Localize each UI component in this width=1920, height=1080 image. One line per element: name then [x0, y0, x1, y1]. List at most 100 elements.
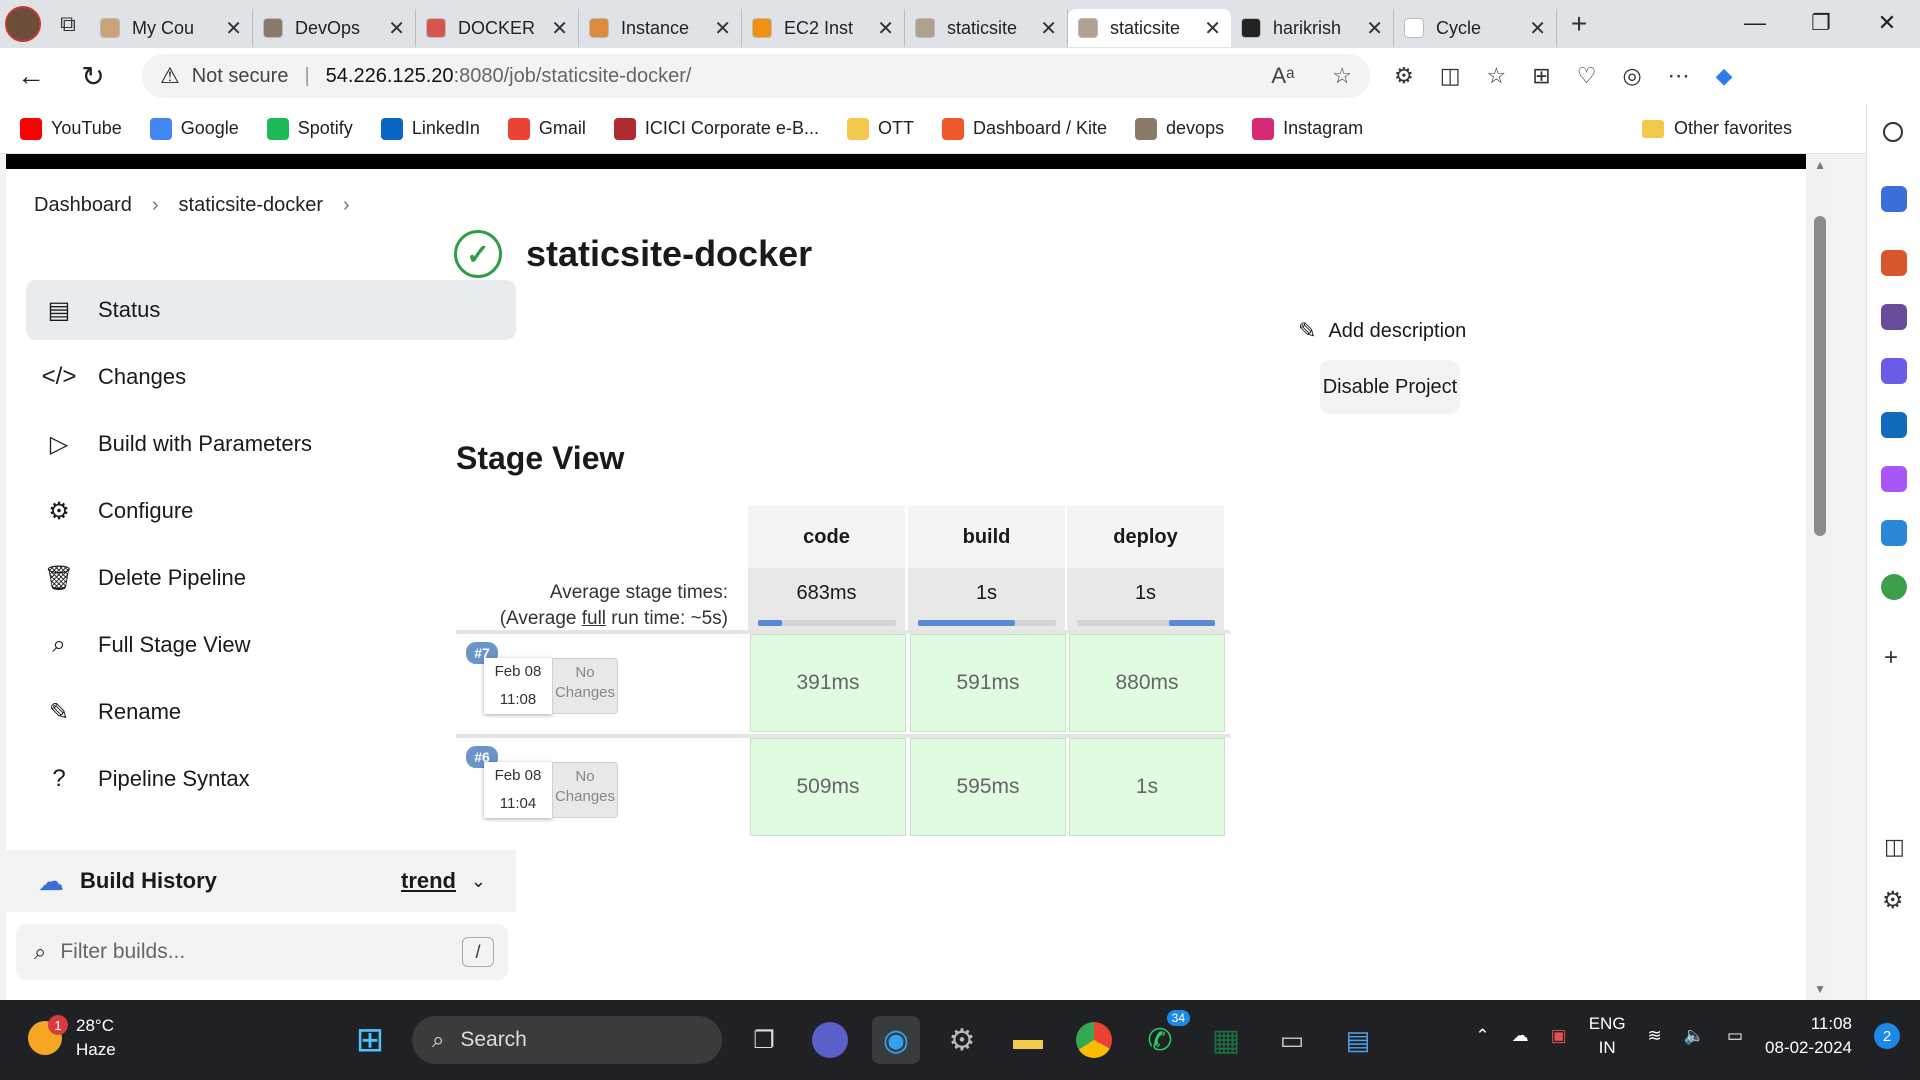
file-explorer-icon[interactable]: ▬ [1004, 1016, 1052, 1064]
new-tab-button[interactable]: + [1557, 8, 1601, 40]
browser-tab[interactable]: harikrish ✕ [1231, 9, 1394, 47]
onedrive-icon[interactable]: ☁ [1512, 1026, 1529, 1046]
tree-icon[interactable] [1881, 574, 1907, 600]
add-sidebar-app-icon[interactable]: + [1884, 644, 1898, 672]
teams-chat-icon[interactable] [812, 1022, 848, 1058]
full-run-time-link[interactable]: full [582, 608, 606, 629]
favorite-item[interactable]: OTT [846, 117, 914, 140]
more-menu-icon[interactable]: ⋯ [1668, 63, 1690, 89]
close-window-icon[interactable]: ✕ [1854, 0, 1920, 46]
browser-tab[interactable]: Instance ✕ [579, 9, 742, 47]
extensions-icon[interactable]: ⚙ [1394, 63, 1414, 89]
address-bar[interactable]: ⚠ Not secure | 54.226.125.20 :8080/job/s… [142, 54, 1370, 98]
stage-duration-cell[interactable]: 391ms [750, 634, 906, 732]
favorite-item[interactable]: LinkedIn [380, 117, 480, 140]
stage-duration-cell[interactable]: 880ms [1069, 634, 1225, 732]
sidebar-item-pipeline-syntax[interactable]: ? Pipeline Syntax [26, 749, 516, 809]
designer-icon[interactable] [1881, 466, 1907, 492]
close-tab-icon[interactable]: ✕ [1040, 16, 1057, 41]
task-view-icon[interactable]: ❐ [740, 1016, 788, 1064]
breadcrumb-dashboard[interactable]: Dashboard [34, 194, 132, 217]
outlook-icon[interactable] [1881, 412, 1907, 438]
restore-icon[interactable]: ❐ [1788, 0, 1854, 46]
trend-link[interactable]: trend [401, 868, 456, 894]
sidebar-search-icon[interactable] [1883, 122, 1903, 142]
disable-project-button[interactable]: Disable Project [1320, 360, 1460, 414]
collections-icon[interactable]: ⊞ [1532, 63, 1550, 89]
browser-tab[interactable]: DevOps ✕ [253, 9, 416, 47]
stage-duration-cell[interactable]: 591ms [910, 634, 1066, 732]
back-icon[interactable]: ← [0, 60, 62, 92]
close-tab-icon[interactable]: ✕ [1204, 16, 1221, 41]
games-icon[interactable] [1881, 304, 1907, 330]
notepad-icon[interactable]: ▤ [1334, 1016, 1382, 1064]
stage-duration-cell[interactable]: 509ms [750, 738, 906, 836]
sidebar-item-changes[interactable]: </> Changes [26, 347, 516, 407]
antivirus-icon[interactable]: ▣ [1551, 1026, 1567, 1046]
sidebar-item-configure[interactable]: ⚙ Configure [26, 481, 516, 541]
whatsapp-icon[interactable]: ✆ 34 [1136, 1010, 1190, 1064]
browser-tab[interactable]: My Cou ✕ [90, 9, 253, 47]
security-label[interactable]: Not secure [192, 65, 289, 88]
browser-tab[interactable]: DOCKER ✕ [416, 9, 579, 47]
close-tab-icon[interactable]: ✕ [877, 16, 894, 41]
sidebar-item-status[interactable]: ▤ Status [26, 280, 516, 340]
browser-essentials-icon[interactable]: ♡ [1577, 63, 1597, 89]
scroll-up-icon[interactable]: ▲ [1814, 158, 1826, 172]
stage-duration-cell[interactable]: 1s [1069, 738, 1225, 836]
browser-tab[interactable]: staticsite ✕ [1068, 9, 1231, 47]
wifi-icon[interactable]: ≋ [1648, 1026, 1662, 1046]
refresh-icon[interactable]: ↻ [62, 60, 124, 93]
settings-icon[interactable]: ⚙ [938, 1016, 986, 1064]
add-description-link[interactable]: ✎ Add description [1298, 318, 1466, 344]
notification-count[interactable]: 2 [1874, 1023, 1900, 1049]
favorite-item[interactable]: Gmail [507, 117, 586, 140]
page-scrollbar[interactable]: ▲ ▼ [1806, 154, 1832, 1000]
chrome-icon[interactable] [1076, 1022, 1112, 1058]
favorite-item[interactable]: Spotify [266, 117, 353, 140]
browser-tab[interactable]: EC2 Inst ✕ [742, 9, 905, 47]
stage-duration-cell[interactable]: 595ms [910, 738, 1066, 836]
shopping-icon[interactable] [1881, 186, 1907, 212]
language-indicator[interactable]: ENG IN [1589, 1012, 1626, 1060]
warning-icon[interactable]: ⚠ [160, 63, 180, 89]
favorite-item[interactable]: ICICI Corporate e-B... [613, 117, 819, 140]
breadcrumb-job[interactable]: staticsite-docker [179, 194, 324, 217]
sidebar-item-full-stage-view[interactable]: ⌕ Full Stage View [26, 615, 516, 675]
favorite-item[interactable]: Google [149, 117, 239, 140]
taskbar-search[interactable]: ⌕ Search [412, 1016, 722, 1064]
split-screen-icon[interactable]: ◫ [1440, 63, 1461, 89]
microsoft365-icon[interactable] [1881, 358, 1907, 384]
volume-icon[interactable]: 🔈 [1684, 1026, 1705, 1046]
read-aloud-icon[interactable]: Aᵃ [1271, 63, 1294, 89]
clock[interactable]: 11:08 08-02-2024 [1765, 1012, 1852, 1060]
scrollbar-thumb[interactable] [1814, 216, 1826, 536]
sidebar-item-delete-pipeline[interactable]: 🗑 Delete Pipeline [26, 548, 516, 608]
build-date-box[interactable]: Feb 08 11:08 [484, 658, 552, 714]
sidebar-item-rename[interactable]: ✎ Rename [26, 682, 516, 742]
battery-icon[interactable]: ▭ [1727, 1026, 1743, 1046]
performance-icon[interactable]: ◎ [1622, 63, 1641, 89]
close-tab-icon[interactable]: ✕ [388, 16, 405, 41]
other-favorites[interactable]: Other favorites [1641, 118, 1792, 139]
close-tab-icon[interactable]: ✕ [714, 16, 731, 41]
close-tab-icon[interactable]: ✕ [225, 16, 242, 41]
sidebar-item-build-with-parameters[interactable]: ▷ Build with Parameters [26, 414, 516, 474]
terminal-icon[interactable]: ▭ [1268, 1016, 1316, 1064]
minimize-icon[interactable]: — [1722, 0, 1788, 46]
browser-tab[interactable]: staticsite ✕ [905, 9, 1068, 47]
windows-start-icon[interactable]: ⊞ [346, 1016, 394, 1064]
profile-avatar[interactable] [0, 1, 46, 47]
favorites-icon[interactable]: ☆ [1487, 63, 1507, 89]
browser-tab[interactable]: Cycle ✕ [1394, 9, 1557, 47]
send-icon[interactable] [1881, 520, 1907, 546]
favorite-item[interactable]: Dashboard / Kite [941, 117, 1107, 140]
favorite-star-icon[interactable]: ☆ [1332, 63, 1352, 89]
copilot-icon[interactable]: ◆ [1716, 63, 1733, 89]
excel-icon[interactable]: ▦ [1202, 1016, 1250, 1064]
edge-browser-icon[interactable]: ◉ [872, 1016, 920, 1064]
sidebar-settings-icon[interactable]: ⚙ [1882, 886, 1904, 915]
close-tab-icon[interactable]: ✕ [1529, 16, 1546, 41]
chevron-right-icon[interactable]: › [343, 194, 350, 217]
scroll-down-icon[interactable]: ▼ [1814, 982, 1826, 996]
